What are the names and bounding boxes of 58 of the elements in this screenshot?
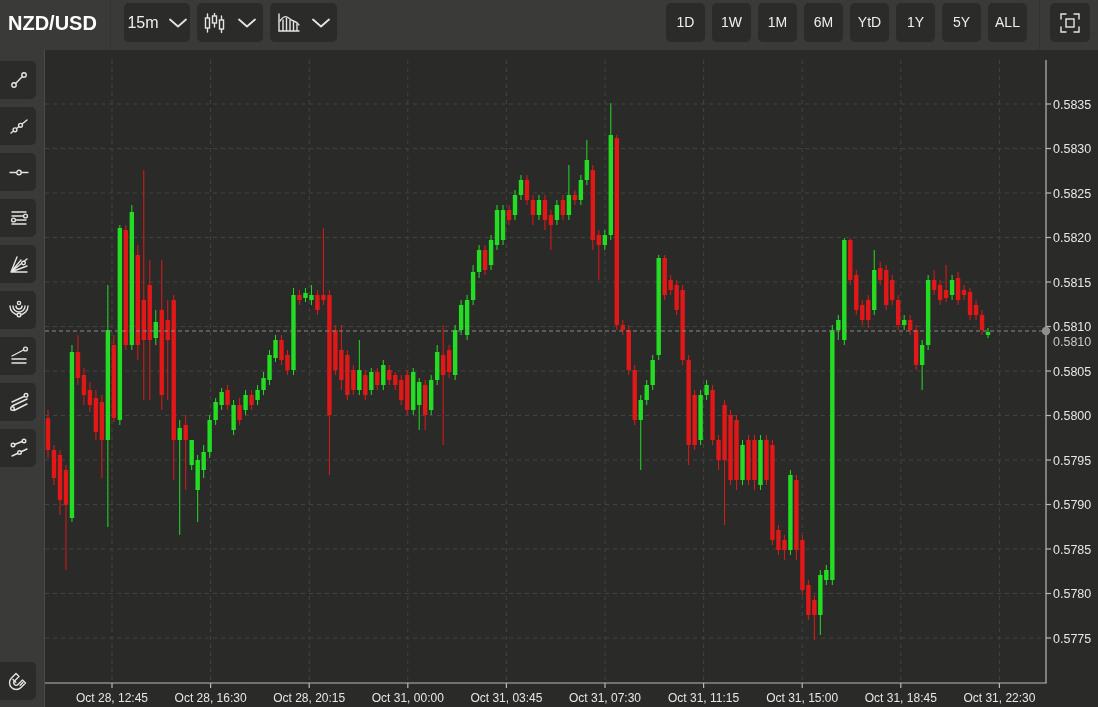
time-axis-label: Oct 31, 22:30 — [963, 691, 1036, 705]
time-axis-label: Oct 31, 15:00 — [766, 691, 839, 705]
range-button[interactable]: 6M — [804, 3, 843, 42]
magnet-icon — [7, 670, 29, 692]
time-axis-label: Oct 31, 11:15 — [668, 691, 740, 705]
price-axis-label: 0.5810 — [1053, 320, 1092, 334]
magnet-button[interactable] — [0, 662, 36, 700]
symbol-title: NZD/USD — [8, 11, 97, 36]
drawing-tool-button[interactable] — [0, 107, 36, 145]
price-axis-label: 0.5815 — [1053, 275, 1092, 290]
price-axis-label: 0.5820 — [1053, 231, 1092, 245]
range-button[interactable]: 5Y — [942, 3, 981, 42]
range-button[interactable]: 1Y — [896, 3, 935, 42]
chevron-down-icon — [311, 17, 330, 28]
chevron-down-icon — [238, 17, 256, 28]
price-axis-label: 0.5790 — [1053, 498, 1092, 512]
range-button[interactable]: 1M — [758, 3, 797, 42]
price-axis-label: 0.5835 — [1053, 97, 1092, 112]
range-button[interactable]: YtD — [850, 3, 889, 42]
drawing-tool-button[interactable] — [0, 291, 36, 329]
price-axis-label: 0.5785 — [1053, 542, 1092, 557]
time-axis-label: Oct 28, 16:30 — [174, 691, 247, 705]
time-axis-label: Oct 31, 07:30 — [569, 691, 641, 705]
time-axis-label: Oct 31, 00:00 — [371, 691, 444, 705]
bar-chart-icon — [277, 13, 300, 32]
price-axis-label: 0.5830 — [1053, 142, 1092, 156]
drawing-tool-button[interactable] — [0, 153, 36, 191]
drawing-tool-button[interactable] — [0, 199, 36, 237]
range-button[interactable]: ALL — [988, 3, 1027, 42]
price-axis-label: 0.5825 — [1053, 186, 1092, 201]
fan-lines-icon — [7, 253, 30, 275]
chevron-down-icon — [168, 17, 187, 28]
range-button[interactable]: 1D — [666, 3, 705, 42]
time-axis-label: Oct 28, 20:15 — [273, 691, 346, 705]
time-axis-label: Oct 31, 03:45 — [470, 691, 543, 705]
interval-dropdown[interactable]: 15m — [124, 3, 190, 42]
fullscreen-button[interactable] — [1050, 3, 1090, 42]
drawing-tool-button[interactable] — [0, 429, 36, 467]
price-axis-label: 0.5805 — [1053, 364, 1092, 379]
drawing-tool-button[interactable] — [0, 245, 36, 283]
price-axis-label: 0.5780 — [1053, 587, 1092, 601]
drawing-tool-button[interactable] — [0, 383, 36, 421]
drawing-tool-button[interactable] — [0, 61, 36, 99]
price-axis-label: 0.5795 — [1053, 453, 1092, 468]
candlestick-icon — [204, 12, 226, 33]
parallel-lines-icon — [7, 391, 30, 413]
time-axis-label: Oct 31, 18:45 — [864, 691, 937, 705]
candlestick-dropdown[interactable] — [197, 3, 263, 42]
current-price-label: 0.5810 — [1053, 335, 1092, 349]
chart-type-dropdown[interactable] — [270, 3, 337, 42]
horizontal-line-icon — [7, 168, 30, 176]
fullscreen-icon — [1060, 12, 1080, 33]
price-axis-label: 0.5800 — [1053, 409, 1092, 423]
price-marker-icon — [1041, 326, 1051, 336]
drawing-tool-button[interactable] — [0, 337, 36, 375]
time-axis-label: Oct 28, 12:45 — [76, 691, 148, 705]
range-button[interactable]: 1W — [712, 3, 751, 42]
price-axis-label: 0.5775 — [1053, 631, 1092, 646]
